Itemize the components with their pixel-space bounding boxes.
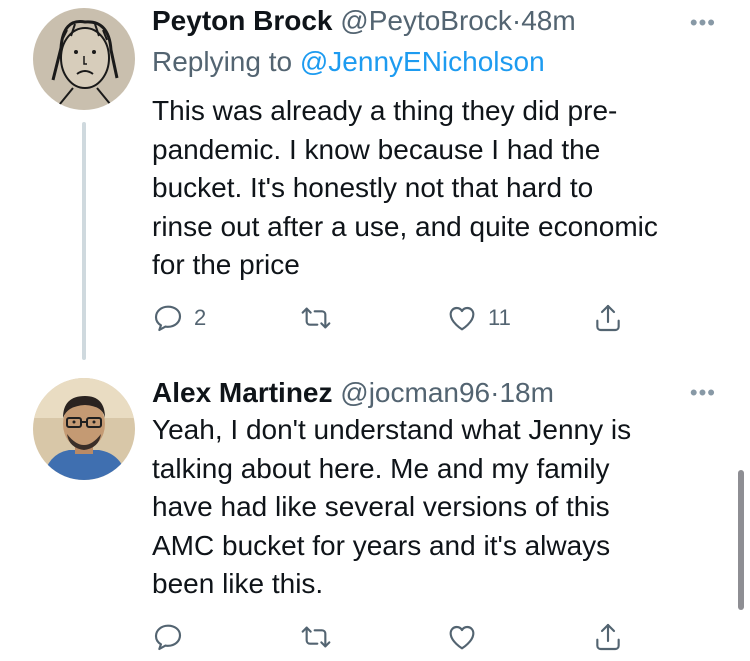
- heart-icon: [449, 306, 475, 331]
- reply-count: 2: [194, 305, 207, 330]
- like-button[interactable]: 11: [446, 298, 511, 338]
- more-options-icon[interactable]: •••: [690, 382, 716, 404]
- retweet-icon: [301, 307, 331, 329]
- thread-connector: [82, 122, 86, 360]
- tweet-peyton-brock[interactable]: Peyton Brock @PeytoBrock·48m ••• Replyin…: [0, 0, 750, 360]
- tweet-text-line: have had like several versions of this: [152, 491, 610, 522]
- tweet-text-line: rinse out after a use, and quite economi…: [152, 210, 658, 242]
- display-name[interactable]: Alex Martinez: [152, 377, 333, 408]
- heart-icon: [449, 625, 475, 650]
- reply-button[interactable]: 2: [152, 298, 206, 338]
- tweet-text-line: This was already a thing they did pre-: [152, 95, 618, 126]
- action-bar: [152, 617, 652, 657]
- mention-link[interactable]: @JennyENicholson: [300, 46, 545, 77]
- tweet-text: Yeah, I don't understand what Jenny is t…: [152, 411, 722, 604]
- user-handle[interactable]: @jocman96: [340, 377, 490, 408]
- more-options-icon[interactable]: •••: [690, 12, 716, 34]
- separator-dot: ·: [511, 5, 522, 36]
- reply-icon: [154, 305, 182, 332]
- avatar[interactable]: [33, 8, 135, 110]
- tweet-text-line: been like this.: [152, 568, 324, 599]
- display-name[interactable]: Peyton Brock: [152, 5, 333, 36]
- tweet-text-line: pandemic. I know because I had the: [152, 133, 601, 165]
- timestamp[interactable]: 48m: [521, 5, 575, 36]
- user-handle[interactable]: @PeytoBrock: [340, 5, 512, 36]
- retweet-icon: [301, 626, 331, 648]
- action-bar: 2 11: [152, 298, 652, 338]
- tweet-text-line: for the price: [152, 249, 300, 280]
- tweet-alex-martinez[interactable]: Alex Martinez @jocman96·18m ••• Yeah, I …: [0, 360, 750, 661]
- tweet-header: Peyton Brock @PeytoBrock·48m: [152, 3, 576, 39]
- timestamp[interactable]: 18m: [499, 377, 553, 408]
- reply-icon: [154, 624, 182, 651]
- tweet-header: Alex Martinez @jocman96·18m: [152, 375, 554, 411]
- share-button[interactable]: [592, 298, 624, 338]
- tweet-text-line: Yeah, I don't understand what Jenny is: [152, 414, 632, 445]
- like-count: 11: [488, 305, 511, 330]
- tweet-text-line: talking about here. Me and my family: [152, 452, 610, 484]
- avatar[interactable]: [33, 378, 135, 480]
- replying-to-label: Replying to: [152, 46, 293, 77]
- share-button[interactable]: [592, 617, 624, 657]
- retweet-button[interactable]: [300, 617, 342, 657]
- tweet-text-line: AMC bucket for years and it's always: [152, 529, 611, 561]
- share-icon: [596, 623, 620, 651]
- reply-button[interactable]: [152, 617, 194, 657]
- scrollbar[interactable]: [738, 470, 744, 610]
- retweet-button[interactable]: [300, 298, 342, 338]
- tweet-text-line: bucket. It's honestly not that hard to: [152, 172, 594, 203]
- replying-to: Replying to @JennyENicholson: [152, 44, 545, 80]
- tweet-text: This was already a thing they did pre- p…: [152, 92, 722, 285]
- share-icon: [596, 304, 620, 332]
- like-button[interactable]: [446, 617, 488, 657]
